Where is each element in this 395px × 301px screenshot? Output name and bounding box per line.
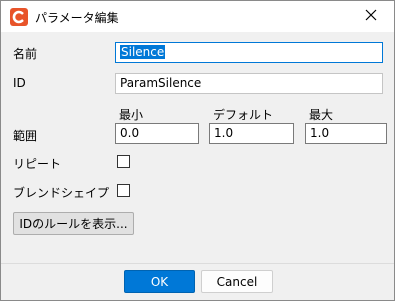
repeat-label: リピート	[13, 157, 62, 171]
default-field[interactable]: 1.0	[209, 123, 294, 144]
close-button[interactable]	[348, 1, 394, 32]
title-bar: パラメータ編集	[1, 1, 394, 32]
min-label: 最小	[119, 108, 144, 122]
blend-shape-checkbox[interactable]	[117, 184, 130, 197]
min-field[interactable]: 0.0	[115, 123, 199, 144]
close-icon	[365, 9, 377, 24]
id-label: ID	[13, 76, 26, 90]
ok-button[interactable]: OK	[124, 270, 195, 293]
parameter-edit-dialog: パラメータ編集 名前 Silence ID ParamSilence 最小 デフ…	[0, 0, 395, 301]
blend-shape-label: ブレンドシェイプ	[13, 186, 110, 200]
window-title: パラメータ編集	[35, 11, 119, 25]
default-label: デフォルト	[213, 108, 274, 122]
range-label: 範囲	[13, 129, 38, 143]
cubism-editor-icon	[10, 8, 28, 26]
cancel-button[interactable]: Cancel	[201, 270, 273, 293]
name-field-value: Silence	[120, 45, 166, 59]
show-id-rules-button[interactable]: IDのルールを表示...	[13, 212, 134, 235]
max-field[interactable]: 1.0	[305, 123, 387, 144]
name-label: 名前	[13, 47, 38, 61]
name-field[interactable]: Silence	[115, 42, 383, 63]
id-field[interactable]: ParamSilence	[115, 73, 383, 94]
repeat-checkbox[interactable]	[117, 155, 130, 168]
dialog-footer: OK Cancel	[1, 263, 394, 300]
max-label: 最大	[309, 108, 334, 122]
